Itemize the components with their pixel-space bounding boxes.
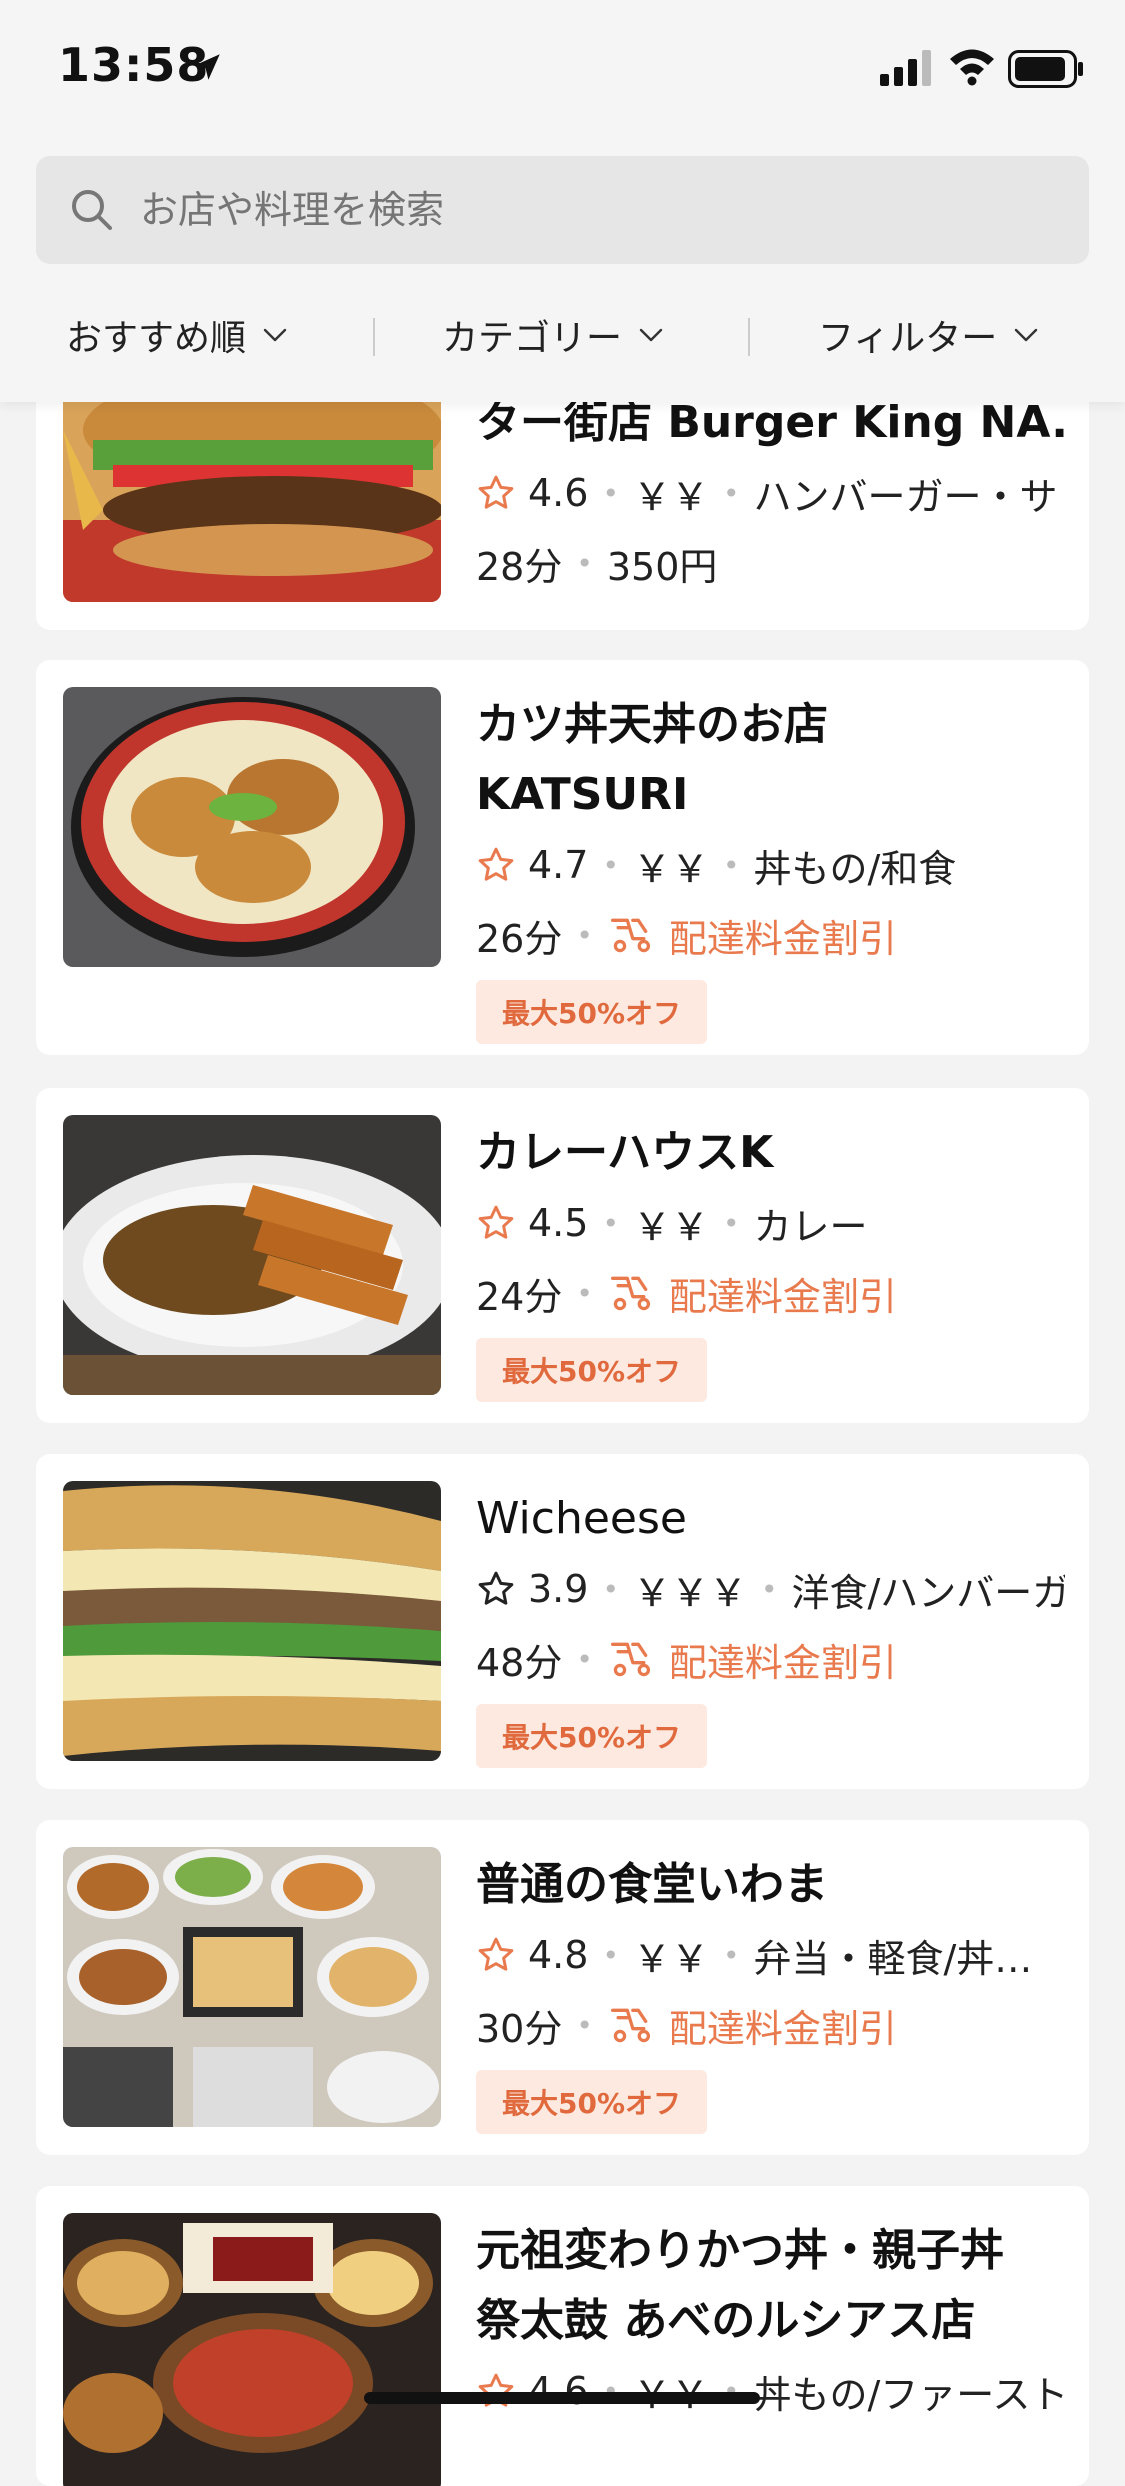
restaurant-name-line2: 祭太鼓 あべのルシアス店 (476, 2295, 976, 2346)
restaurant-meta: 4.5 • ￥￥ • カレー (476, 1188, 1065, 1258)
restaurant-meta: 3.9 • ￥￥￥ • 洋食/ハンバーガ (476, 1554, 1065, 1624)
delivery-time: 26分 (476, 916, 563, 961)
filter-dropdown[interactable]: フィルター (818, 300, 1039, 370)
delivery-time: 28分 (476, 544, 563, 589)
restaurant-card[interactable]: カツ丼天丼のお店 KATSURI 4.7 • ￥￥ • 丼もの/和食 26分 •… (36, 660, 1089, 1055)
search-input[interactable] (140, 186, 1040, 234)
status-time: 13:58 (58, 38, 210, 92)
restaurant-name: 普通の食堂いわま (476, 1859, 828, 1910)
star-icon (478, 475, 514, 509)
home-indicator[interactable] (364, 2392, 760, 2404)
delivery-scooter-icon (610, 1276, 650, 1311)
delivery-discount: 配達料金割引 (607, 1632, 897, 1687)
category: カレー (753, 1204, 868, 1249)
restaurant-name: カレーハウスK (476, 1127, 774, 1178)
status-bar: 13:58 (0, 0, 1125, 135)
battery-icon (1008, 50, 1083, 88)
restaurant-name: カツ丼天丼のお店 (476, 699, 828, 750)
category: ハンバーガー・サ (753, 474, 1058, 519)
promo-badge: 最大50%オフ (476, 1338, 708, 1402)
search-icon (72, 190, 112, 230)
filter-divider (373, 318, 375, 356)
restaurant-thumbnail (63, 2213, 441, 2486)
restaurant-card[interactable]: 元祖変わりかつ丼・親子丼 祭太鼓 あべのルシアス店 4.6 • ￥￥ • 丼もの… (36, 2186, 1089, 2486)
chevron-down-icon (639, 328, 663, 342)
promo-badge: 最大50%オフ (476, 1704, 708, 1768)
restaurant-meta: 4.6 • ￥￥ • 丼もの/ファースト (476, 2356, 1065, 2426)
delivery-time: 48分 (476, 1640, 563, 1685)
category: 洋食/ハンバーガ (791, 1570, 1065, 1615)
delivery-scooter-icon (610, 918, 650, 953)
restaurant-thumbnail (63, 687, 441, 967)
rating: 4.7 (528, 843, 589, 887)
category-dropdown[interactable]: カテゴリー (442, 300, 664, 370)
restaurant-meta: 4.8 • ￥￥ • 弁当・軽食/丼… (476, 1920, 1065, 1990)
sort-dropdown[interactable]: おすすめ順 (66, 300, 288, 370)
star-icon (478, 1937, 514, 1971)
delivery-info: 24分 • 配達料金割引 (476, 1258, 1065, 1328)
delivery-scooter-icon (610, 2008, 650, 2043)
delivery-discount: 配達料金割引 (607, 1266, 897, 1321)
chevron-down-icon (1015, 328, 1038, 342)
restaurant-meta: 4.7 • ￥￥ • 丼もの/和食 (476, 830, 1065, 900)
promo-badge: 最大50%オフ (476, 980, 708, 1044)
price-level: ￥￥ (632, 846, 709, 891)
cellular-signal-icon (880, 50, 931, 86)
delivery-info: 26分 • 配達料金割引 (476, 900, 1065, 970)
delivery-discount: 配達料金割引 (607, 1998, 897, 2053)
restaurant-thumbnail (63, 1481, 441, 1761)
delivery-time: 24分 (476, 1274, 563, 1319)
delivery-info: 30分 • 配達料金割引 (476, 1990, 1065, 2060)
filter-bar: おすすめ順 カテゴリー フィルター (0, 300, 1125, 370)
price-level: ￥￥ (632, 1204, 709, 1249)
promo-badge: 最大50%オフ (476, 2070, 708, 2134)
rating: 4.5 (528, 1201, 589, 1245)
restaurant-meta: 4.6 • ￥￥ • ハンバーガー・サ (476, 458, 1065, 528)
rating: 4.8 (528, 1933, 589, 1977)
location-arrow-icon (194, 54, 220, 80)
restaurant-card[interactable]: Wicheese 3.9 • ￥￥￥ • 洋食/ハンバーガ 48分 • 配達料金… (36, 1454, 1089, 1789)
rating: 4.6 (528, 471, 589, 515)
category: 丼もの/和食 (753, 846, 957, 891)
delivery-discount: 配達料金割引 (607, 908, 897, 963)
chevron-down-icon (263, 328, 287, 342)
delivery-fee: 350円 (606, 544, 718, 589)
restaurant-card[interactable]: 普通の食堂いわま 4.8 • ￥￥ • 弁当・軽食/丼… 30分 • 配達料金割… (36, 1820, 1089, 2155)
search-bar[interactable] (36, 156, 1089, 264)
delivery-time: 30分 (476, 2006, 563, 2051)
wifi-icon (950, 49, 994, 86)
restaurant-name-line2: KATSURI (476, 769, 689, 820)
restaurant-name: 元祖変わりかつ丼・親子丼 (476, 2225, 1004, 2276)
price-level: ￥￥￥ (632, 1570, 747, 1615)
rating: 3.9 (528, 1567, 589, 1611)
restaurant-name: Wicheese (476, 1493, 687, 1544)
restaurant-thumbnail (63, 370, 441, 602)
restaurant-card[interactable]: カレーハウスK 4.5 • ￥￥ • カレー 24分 • 配達料金割引 最大50… (36, 1088, 1089, 1423)
delivery-info: 48分 • 配達料金割引 (476, 1624, 1065, 1694)
price-level: ￥￥ (632, 474, 709, 519)
top-bar: 13:58 おすすめ順 カテゴリー フィルター (0, 0, 1125, 402)
category: 丼もの/ファースト (753, 2372, 1065, 2417)
price-level: ￥￥ (633, 2364, 709, 2419)
price-level: ￥￥ (632, 1936, 709, 1981)
delivery-info: 28分 • 350円 (476, 528, 1065, 598)
delivery-scooter-icon (610, 1642, 650, 1677)
star-icon (478, 847, 514, 881)
category: 弁当・軽食/丼… (753, 1936, 1033, 1981)
rating: 4.6 (528, 2369, 589, 2413)
star-icon (478, 2373, 514, 2407)
star-icon (478, 1571, 514, 1605)
star-icon (478, 1205, 514, 1239)
filter-divider (748, 318, 750, 356)
restaurant-thumbnail (63, 1115, 441, 1395)
restaurant-thumbnail (63, 1847, 441, 2127)
